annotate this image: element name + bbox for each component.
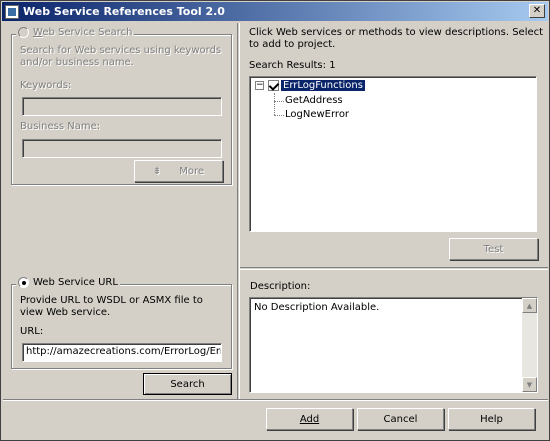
keywords-input[interactable] [22,97,222,116]
more-button[interactable]: ⇟ More [134,160,223,182]
web-service-url-group: Web Service URL Provide URL to WSDL or A… [11,277,232,369]
title-bar[interactable]: Web Service References Tool 2.0 ✕ [2,2,548,21]
window-title: Web Service References Tool 2.0 [23,5,225,18]
close-button[interactable]: ✕ [529,4,545,18]
tree-node-method[interactable]: GetAddress [285,95,343,106]
business-name-label: Business Name: [20,121,101,132]
tree-node-root[interactable]: − ErrLogFunctions [255,79,366,92]
footer-separator [3,399,548,401]
keywords-label: Keywords: [20,80,72,91]
app-icon [5,4,19,19]
search-results-tree[interactable]: − ErrLogFunctions GetAddress LogNewError [249,76,537,232]
url-input[interactable]: http://amazecreations.com/ErrorLog/ErrLo… [22,343,222,362]
url-description: Provide URL to WSDL or ASMX file to view… [20,295,203,318]
method-label: LogNewError [285,109,350,120]
search-description: Search for Web services using keywords a… [20,45,222,68]
description-text: No Description Available. [254,302,380,313]
help-button[interactable]: Help [448,408,535,430]
web-service-search-radio[interactable] [18,27,29,38]
search-results-label: Search Results: 1 [249,60,336,71]
collapse-icon[interactable]: − [255,81,264,90]
left-panel: Web Service Search Search for Web servic… [3,23,237,399]
root-checkbox[interactable] [268,80,279,91]
description-scrollbar[interactable]: ▲ ▼ [522,298,537,392]
dialog-window: Web Service References Tool 2.0 ✕ Web Se… [0,0,550,441]
tree-node-method[interactable]: LogNewError [285,109,349,120]
search-button[interactable]: Search [143,373,232,395]
web-service-search-group: Web Service Search Search for Web servic… [11,27,232,185]
description-label: Description: [250,281,311,292]
web-service-url-radio[interactable] [18,277,29,288]
web-service-url-label: Web Service URL [33,277,118,288]
description-box: No Description Available. ▲ ▼ [249,297,538,393]
instructions-text: Click Web services or methods to view de… [249,27,544,50]
tree-node-root-label: ErrLogFunctions [280,79,366,92]
horizontal-splitter[interactable] [240,267,548,270]
url-label: URL: [20,326,44,337]
business-name-input[interactable] [22,139,222,158]
scroll-up-icon[interactable]: ▲ [522,298,537,313]
more-chevron-icon: ⇟ [152,165,162,177]
method-label: GetAddress [285,95,343,106]
web-service-search-label: Web Service Search [33,27,133,38]
scroll-down-icon[interactable]: ▼ [522,377,537,392]
test-button[interactable]: Test [449,238,538,260]
cancel-button[interactable]: Cancel [357,408,444,430]
add-button[interactable]: Add [266,408,353,430]
